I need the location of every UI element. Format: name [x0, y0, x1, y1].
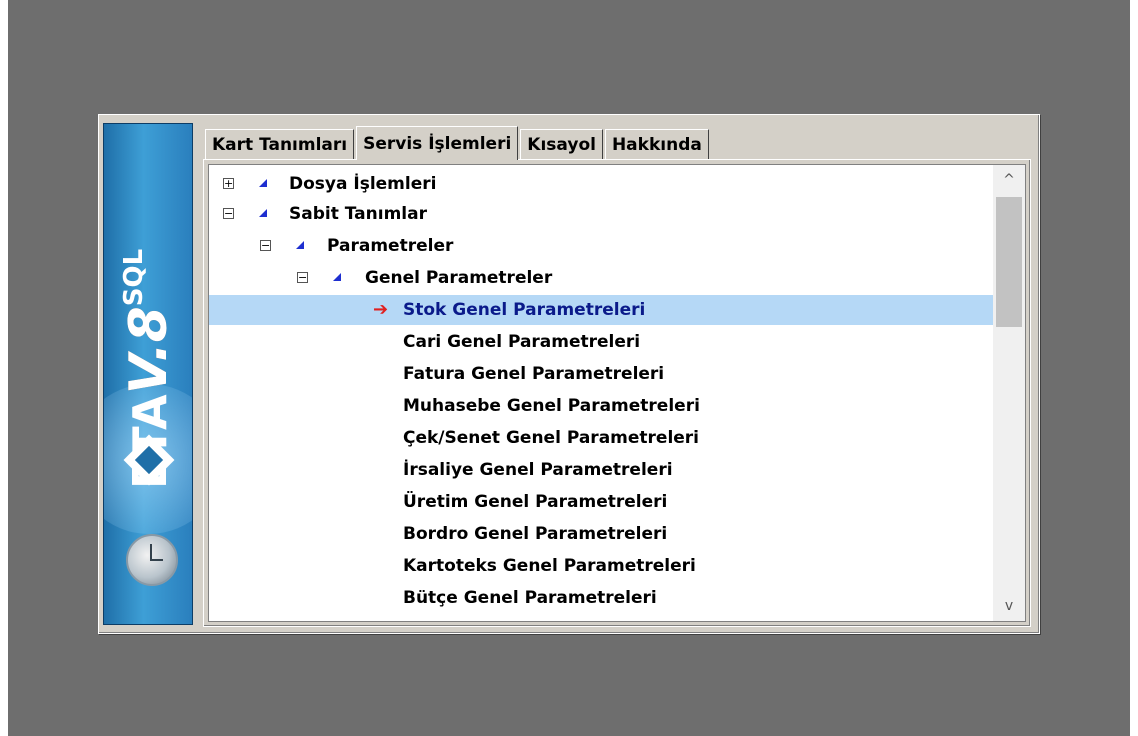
tree-node[interactable]: Fatura Genel Parametreleri [209, 359, 993, 389]
collapse-icon[interactable]: − [260, 240, 271, 251]
tree-expanded-triangle-icon [259, 179, 267, 187]
tree-node-label: Bütçe Genel Parametreleri [403, 588, 657, 608]
scroll-up-icon[interactable]: ^ [993, 167, 1025, 193]
tree-node-label: Üretim Genel Parametreleri [403, 492, 668, 512]
tree-node[interactable]: − Parametreler [209, 231, 993, 261]
collapse-icon[interactable]: − [223, 208, 234, 219]
tab-kisayol[interactable]: Kısayol [520, 129, 603, 159]
tab-content: + Dosya İşlemleri − Sabit Tanımlar − Parametr… [203, 159, 1031, 627]
tree-node[interactable]: Muhasebe Genel Parametreleri [209, 391, 993, 421]
tab-kart-tanimlari[interactable]: Kart Tanımları [205, 129, 355, 159]
tab-bar: Kart Tanımları Servis İşlemleri Kısayol Hak… [205, 125, 711, 160]
tree-view[interactable]: + Dosya İşlemleri − Sabit Tanımlar − Parametr… [208, 164, 1026, 622]
tree-node-label: Bordro Genel Parametreleri [403, 524, 668, 544]
tree-node-label: Fatura Genel Parametreleri [403, 364, 665, 384]
tree-node[interactable]: İrsaliye Genel Parametreleri [209, 455, 993, 485]
vertical-scrollbar[interactable]: ^ v [993, 165, 1025, 621]
tree-node-label: İrsaliye Genel Parametreleri [403, 460, 673, 480]
tree-node-label: Genel Parametreler [365, 268, 553, 288]
tree-node[interactable]: Bütçe Genel Parametreleri [209, 583, 993, 613]
main-window: ETAV.8SQL Kart TanımlarıServis İşlemleri… [98, 114, 1040, 634]
tree-node-label: Kartoteks Genel Parametreleri [403, 556, 696, 576]
tree-node[interactable]: + Dosya İşlemleri [209, 169, 993, 199]
tree-node-label: Muhasebe Genel Parametreleri [403, 396, 700, 416]
scroll-thumb[interactable] [996, 197, 1022, 327]
tree-node[interactable]: Cari Genel Parametreleri [209, 327, 993, 357]
tree-node-label: Parametreler [327, 236, 454, 256]
collapse-icon[interactable]: − [297, 272, 308, 283]
tree-node-label: Cari Genel Parametreleri [403, 332, 641, 352]
tree-node-label: Stok Genel Parametreleri [403, 300, 646, 320]
expand-icon[interactable]: + [223, 178, 234, 189]
tree-node[interactable]: ➔ Stok Genel Parametreleri [209, 295, 993, 325]
scroll-down-icon[interactable]: v [993, 593, 1025, 619]
logo-sql: SQL [119, 248, 149, 307]
desktop-background: ETAV.8SQL Kart TanımlarıServis İşlemleri… [8, 0, 1130, 736]
tree-node[interactable]: − Genel Parametreler [209, 263, 993, 293]
tab-servis-islemleri[interactable]: Servis İşlemleri [356, 126, 519, 160]
tree-expanded-triangle-icon [259, 209, 267, 217]
tree-expanded-triangle-icon [296, 241, 304, 249]
tree-expanded-triangle-icon [333, 273, 341, 281]
logo-version: V.8 [119, 306, 179, 395]
tree-node-label: Dosya İşlemleri [289, 174, 437, 194]
tree-node-label: Çek/Senet Genel Parametreleri [403, 428, 700, 448]
tree-node[interactable]: Üretim Genel Parametreleri [209, 487, 993, 517]
tree-node[interactable]: Bordro Genel Parametreleri [209, 519, 993, 549]
selection-arrow-icon: ➔ [373, 299, 389, 320]
tree-node[interactable]: Kartoteks Genel Parametreleri [209, 551, 993, 581]
eta-logo-panel: ETAV.8SQL [103, 123, 193, 625]
clock-icon [126, 534, 178, 586]
tree-node-label: Sabit Tanımlar [289, 204, 427, 224]
tab-hakkinda[interactable]: Hakkında [604, 129, 709, 159]
tree-node[interactable]: − Sabit Tanımlar [209, 199, 993, 229]
tree-node[interactable]: Çek/Senet Genel Parametreleri [209, 423, 993, 453]
